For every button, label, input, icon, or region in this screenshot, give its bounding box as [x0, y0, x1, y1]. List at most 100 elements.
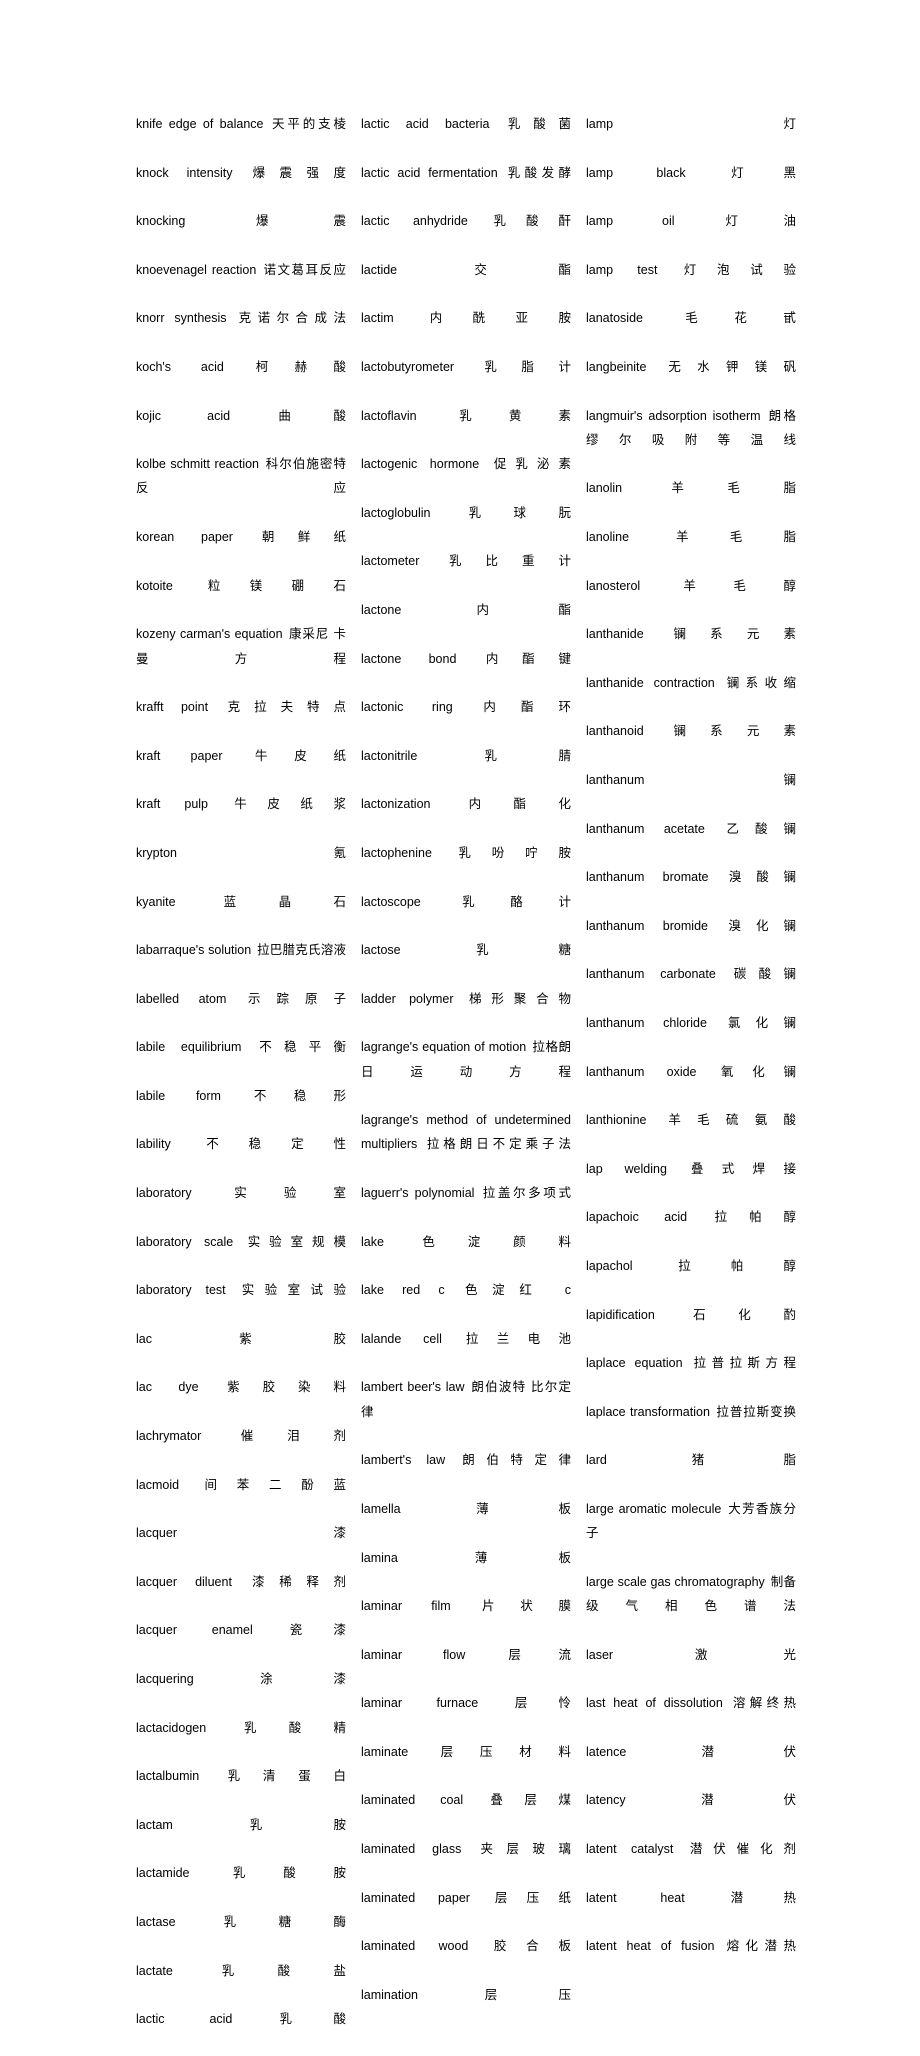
dictionary-entry: lanolin 羊毛脂 — [586, 476, 796, 525]
dictionary-entry: langbeinite 无水钾镁矾 — [586, 355, 796, 404]
entry-term: large scale gas chromatography — [586, 1574, 765, 1589]
entry-gloss: 溶解终热 — [728, 1696, 796, 1711]
entry-term: lapidification — [586, 1307, 655, 1322]
entry-gloss: 羊毛硫氨酸 — [652, 1113, 796, 1128]
entry-term: laguerr's polynomial — [361, 1186, 475, 1201]
dictionary-entry: lactic acid 乳酸 — [136, 2007, 346, 2056]
entry-term: lac — [136, 1331, 152, 1346]
dictionary-entry: lanthanum carbonate 碳酸镧 — [586, 962, 796, 1011]
dictionary-entry: lactacidogen 乳酸精 — [136, 1716, 346, 1765]
entry-term: laminar film — [361, 1599, 451, 1614]
entry-term: lactic anhydride — [361, 214, 468, 229]
entry-term: laboratory — [136, 1186, 192, 1201]
dictionary-entry: lactim 内酰亚胺 — [361, 306, 571, 355]
entry-term: labarraque's solution — [136, 943, 252, 958]
entry-term: lapachol — [586, 1258, 633, 1273]
dictionary-entry: labarraque's solution 拉巴腊克氏溶液 — [136, 938, 346, 987]
entry-term: langmuir's adsorption isotherm — [586, 408, 761, 423]
entry-gloss: 镧系元素 — [649, 627, 796, 642]
dictionary-entry: lanthanum 镧 — [586, 768, 796, 817]
entry-gloss: 羊毛脂 — [634, 530, 796, 545]
entry-gloss: 镧系收缩 — [720, 675, 796, 690]
entry-term: kozeny carman's equation — [136, 627, 283, 642]
dictionary-entry: lanthanide 镧系元素 — [586, 622, 796, 671]
entry-gloss: 乳球朊 — [436, 505, 571, 520]
entry-gloss: 爆震 — [190, 214, 346, 229]
entry-term: laminate — [361, 1744, 409, 1759]
entry-term: lanthanum acetate — [586, 821, 705, 836]
dictionary-entry: lapachoic acid 拉帕醇 — [586, 1205, 796, 1254]
entry-term: knoevenagel reaction — [136, 262, 257, 277]
entry-term: lactogenic hormone — [361, 457, 480, 472]
entry-term: lanthanide contraction — [586, 675, 715, 690]
entry-term: lactonitrile — [361, 748, 418, 763]
entry-gloss: 乳酸酐 — [473, 214, 571, 229]
entry-term: lamp test — [586, 262, 658, 277]
entry-term: lacquering — [136, 1672, 194, 1686]
dictionary-entry: lalande cell 拉兰电池 — [361, 1327, 571, 1376]
entry-gloss: 内酰亚胺 — [399, 311, 571, 326]
entry-term: lamina — [361, 1550, 398, 1565]
dictionary-entry: lactonic ring 内酯环 — [361, 695, 571, 744]
entry-term: labile equilibrium — [136, 1040, 242, 1055]
entry-gloss: 灯油 — [680, 214, 796, 229]
dictionary-entry: lacquering 涂漆 — [136, 1667, 346, 1716]
dictionary-entry: lactone bond 内酯键 — [361, 647, 571, 696]
dictionary-entry: latence 潜伏 — [586, 1740, 796, 1789]
dictionary-entry: lactose 乳糖 — [361, 938, 571, 987]
entry-term: lamp black — [586, 165, 686, 180]
dictionary-entry: lactalbumin 乳清蛋白 — [136, 1764, 346, 1813]
entry-gloss: 潜伏 — [631, 1744, 796, 1759]
entry-gloss: 层压纸 — [475, 1890, 571, 1905]
entry-gloss: 不稳形 — [226, 1088, 346, 1103]
entry-gloss: 拉兰电池 — [447, 1331, 571, 1346]
dictionary-entry: laminar flow 层流 — [361, 1643, 571, 1692]
entry-gloss: 乳胺 — [178, 1817, 346, 1832]
entry-term: lamella — [361, 1501, 401, 1516]
entry-gloss: 示踪原子 — [231, 991, 346, 1006]
entry-term: knorr synthesis — [136, 311, 227, 326]
dictionary-entry: krafft point 克拉夫特点 — [136, 695, 346, 744]
dictionary-entry: laguerr's polynomial 拉盖尔多项式 — [361, 1181, 571, 1230]
entry-term: knock intensity — [136, 165, 233, 180]
dictionary-entry: lagrange's method of undetermined multip… — [361, 1108, 571, 1181]
entry-term: laplace equation — [586, 1356, 683, 1371]
dictionary-entry: lacquer diluent 漆稀释剂 — [136, 1570, 346, 1619]
entry-term: lactone bond — [361, 651, 457, 666]
dictionary-page: knife edge of balance 天平的支棱 knock intensit… — [0, 0, 920, 2026]
entry-gloss: 紫胶 — [157, 1331, 346, 1346]
entry-term: kraft pulp — [136, 797, 209, 812]
entry-term: lability — [136, 1137, 171, 1152]
entry-term: lanolin — [586, 481, 623, 496]
entry-gloss: 氧化镧 — [702, 1064, 796, 1079]
dictionary-entry: labile equilibrium 不稳平衡 — [136, 1035, 346, 1084]
dictionary-entry: lactonitrile 乳腈 — [361, 744, 571, 793]
entry-term: lactoscope — [361, 894, 421, 909]
entry-term: laminated coal — [361, 1793, 464, 1808]
entry-term: lacquer enamel — [136, 1623, 253, 1638]
entry-gloss: 拉普拉斯变换 — [715, 1404, 796, 1419]
dictionary-entry: knocking 爆震 — [136, 209, 346, 258]
dictionary-entry: lapidification 石化酌 — [586, 1303, 796, 1352]
entry-gloss: 碳酸镧 — [721, 967, 796, 982]
dictionary-entry: knorr synthesis 克诺尔合成法 — [136, 306, 346, 355]
dictionary-entry: knock intensity 爆震强度 — [136, 161, 346, 210]
entry-gloss: 乳糖 — [406, 943, 571, 958]
dictionary-entry: lamination 层压 — [361, 1983, 571, 2032]
entry-gloss: 拉盖尔多项式 — [480, 1186, 571, 1201]
entry-term: lambert's law — [361, 1453, 446, 1468]
entry-gloss: 无水钾镁矾 — [652, 359, 796, 374]
entry-gloss: 薄板 — [406, 1501, 571, 1516]
entry-term: kraft paper — [136, 748, 223, 763]
entry-term: lacquer — [136, 1526, 177, 1541]
entry-gloss: 石化酌 — [660, 1307, 796, 1322]
entry-term: lanthanum carbonate — [586, 967, 716, 982]
dictionary-entry: lanthanum oxide 氧化镧 — [586, 1060, 796, 1109]
entry-term: latency — [586, 1793, 626, 1808]
entry-term: laboratory test — [136, 1283, 226, 1298]
entry-term: lactim — [361, 311, 394, 326]
entry-term: latent heat of fusion — [586, 1939, 715, 1954]
dictionary-entry: lap welding 叠式焊接 — [586, 1157, 796, 1206]
entry-term: laboratory scale — [136, 1234, 234, 1249]
entry-gloss: 实验室试验 — [231, 1283, 346, 1298]
